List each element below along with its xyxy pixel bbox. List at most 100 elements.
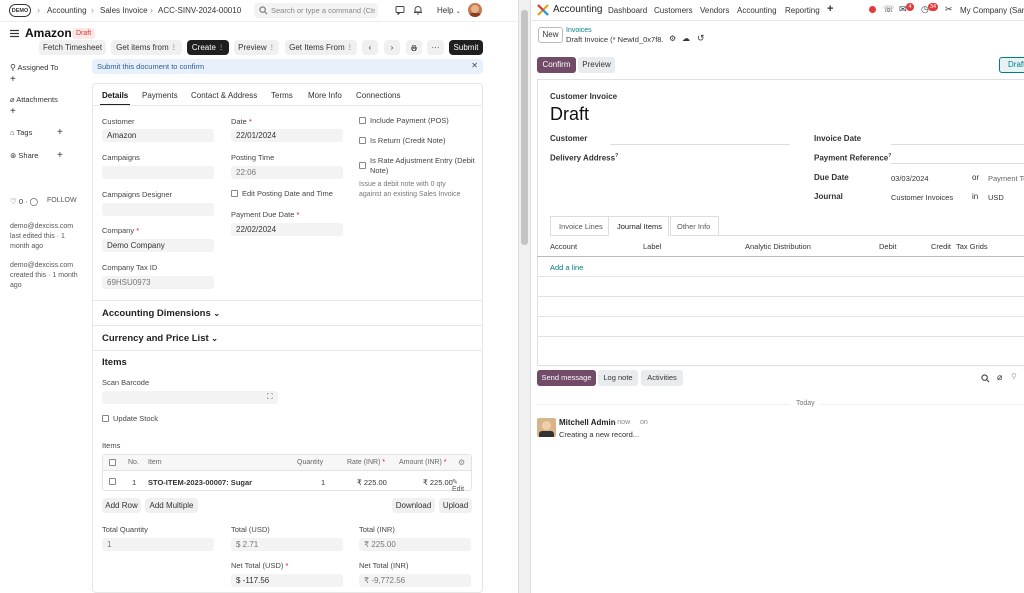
campaigns-field[interactable] — [102, 166, 214, 179]
include-payment-checkbox[interactable] — [359, 117, 366, 124]
next-document-button[interactable]: › — [384, 40, 400, 55]
print-button[interactable] — [406, 40, 422, 55]
edit-posting-checkbox[interactable] — [231, 190, 238, 197]
odoo-app-name[interactable]: Accounting — [553, 4, 602, 15]
create-button[interactable]: Create ⋮ — [187, 40, 229, 55]
like-button[interactable]: ♡ 0 · ◯ — [10, 197, 38, 206]
nav-dashboard[interactable]: Dashboard — [608, 6, 647, 15]
tab-terms[interactable]: Terms — [271, 91, 293, 100]
tab-contact-address[interactable]: Contact & Address — [191, 91, 257, 100]
add-share-icon[interactable]: + — [57, 150, 63, 161]
invoice-date-input[interactable] — [891, 144, 1024, 145]
settings-icon[interactable]: ⚙ — [458, 458, 465, 467]
tab-more-info[interactable]: More Info — [308, 91, 342, 100]
follow-button[interactable]: FOLLOW — [47, 197, 77, 204]
update-stock-checkbox[interactable] — [102, 415, 109, 422]
confirm-button[interactable]: Confirm — [537, 57, 576, 73]
bell-icon[interactable] — [413, 5, 423, 15]
tags[interactable]: ⌂ Tags — [10, 128, 32, 137]
row-quantity[interactable]: 1 — [321, 478, 325, 487]
fetch-timesheet-button[interactable]: Fetch Timesheet — [39, 40, 106, 55]
phone-icon[interactable]: ☏ — [883, 4, 894, 15]
log-note-button[interactable]: Log note — [598, 370, 638, 386]
upload-button[interactable]: Upload — [439, 498, 472, 513]
tab-journal-items[interactable]: Journal Items — [608, 216, 672, 236]
assigned-to[interactable]: ⚲ Assigned To — [10, 63, 58, 72]
tab-connections[interactable]: Connections — [356, 91, 400, 100]
posting-time-field[interactable]: 22:06 — [231, 166, 343, 179]
pane-scrollbar[interactable] — [518, 0, 530, 593]
app-logo[interactable]: DEMO — [9, 4, 31, 17]
company-field[interactable]: Demo Company — [102, 239, 214, 252]
status-dot-icon[interactable] — [869, 6, 876, 13]
journal-field[interactable]: Customer Invoices — [891, 193, 953, 202]
chat-icon[interactable] — [395, 5, 405, 15]
new-button[interactable]: New — [538, 27, 563, 43]
tab-payments[interactable]: Payments — [142, 91, 178, 100]
breadcrumb-accounting[interactable]: Accounting — [47, 6, 87, 15]
search-icon[interactable] — [981, 374, 990, 383]
breadcrumb-sales-invoice[interactable]: Sales Invoice — [100, 6, 148, 15]
company-switcher[interactable]: My Company (San Francisco) — [960, 6, 1024, 15]
paperclip-icon[interactable]: ⌀ — [997, 372, 1002, 383]
currency-price-list-header[interactable]: Currency and Price List ⌄ — [102, 333, 218, 344]
row-edit-button[interactable]: ✎ Edit — [452, 478, 471, 493]
send-message-button[interactable]: Send message — [537, 370, 596, 386]
odoo-preview-button[interactable]: Preview — [578, 57, 615, 73]
table-row[interactable]: 1 STO-ITEM-2023-00007: Sugar 1 ₹ 225.00 … — [103, 472, 471, 493]
row-rate[interactable]: ₹ 225.00 — [357, 478, 387, 487]
breadcrumb-document[interactable]: ACC-SINV-2024-00010 — [158, 6, 241, 15]
row-checkbox[interactable] — [109, 478, 116, 485]
add-assignment-icon[interactable]: + — [10, 74, 16, 85]
campaigns-designer-field[interactable] — [102, 203, 214, 216]
add-multiple-button[interactable]: Add Multiple — [145, 498, 198, 513]
add-attachment-icon[interactable]: + — [10, 106, 16, 117]
settings-icon[interactable]: ⚙ — [669, 34, 676, 43]
payment-terms-field[interactable]: Payment Terms — [988, 174, 1024, 183]
select-all-checkbox[interactable] — [109, 459, 116, 466]
activities-button[interactable]: Activities — [641, 370, 683, 386]
customer-input[interactable] — [610, 144, 790, 145]
odoo-app-icon[interactable] — [537, 4, 549, 16]
date-field[interactable]: 22/01/2024 — [231, 129, 343, 142]
payment-due-field[interactable]: 22/02/2024 — [231, 223, 343, 236]
search-bar[interactable]: Search or type a command (Ctrl + G) — [254, 3, 378, 18]
hamburger-menu-icon[interactable] — [10, 29, 19, 38]
expand-icon[interactable]: ⛶ — [267, 392, 273, 402]
preview-button[interactable]: Preview ⋮ — [234, 40, 279, 55]
help-menu[interactable]: Help ⌄ — [437, 6, 461, 15]
previous-document-button[interactable]: ‹ — [362, 40, 378, 55]
accounting-dimensions-header[interactable]: Accounting Dimensions ⌄ — [102, 308, 220, 319]
message-author[interactable]: Mitchell Admin — [559, 418, 616, 427]
breadcrumb-invoices[interactable]: Invoices — [566, 27, 592, 34]
nav-accounting[interactable]: Accounting — [737, 6, 777, 15]
close-icon[interactable]: ✕ — [471, 61, 478, 70]
nav-reporting[interactable]: Reporting — [785, 6, 820, 15]
nav-customers[interactable]: Customers — [654, 6, 693, 15]
debug-icon[interactable]: ✂ — [945, 4, 953, 15]
share[interactable]: ⊛ Share — [10, 151, 38, 160]
payment-reference-input[interactable] — [891, 163, 1024, 164]
help-icon[interactable]: ? — [615, 153, 618, 159]
cloud-save-icon[interactable]: ☁ — [682, 34, 690, 43]
add-row-button[interactable]: Add Row — [102, 498, 141, 513]
follower-icon[interactable]: ⚲ — [1011, 372, 1017, 381]
scan-barcode-field[interactable] — [102, 391, 278, 404]
row-item[interactable]: STO-ITEM-2023-00007: Sugar — [148, 478, 252, 487]
submit-button[interactable]: Submit — [449, 40, 483, 55]
attachments[interactable]: ⌀ Attachments — [10, 95, 58, 104]
get-items-from-secondary-button[interactable]: Get Items From ⋮ — [285, 40, 357, 55]
customer-field[interactable]: Amazon — [102, 129, 214, 142]
rate-adjustment-checkbox[interactable] — [359, 162, 366, 169]
add-line-link[interactable]: Add a line — [550, 263, 583, 272]
user-avatar[interactable] — [468, 3, 482, 17]
tab-other-info[interactable]: Other Info — [668, 216, 720, 236]
download-button[interactable]: Download — [392, 498, 435, 513]
more-actions-button[interactable]: ··· — [427, 40, 444, 55]
get-items-from-button[interactable]: Get items from ⋮ — [111, 40, 182, 55]
currency-field[interactable]: USD — [988, 193, 1004, 202]
tab-invoice-lines[interactable]: Invoice Lines — [550, 216, 612, 236]
due-date-field[interactable]: 03/03/2024 — [891, 174, 929, 183]
quick-create-icon[interactable]: + — [827, 3, 833, 15]
scrollbar-thumb[interactable] — [521, 10, 528, 245]
